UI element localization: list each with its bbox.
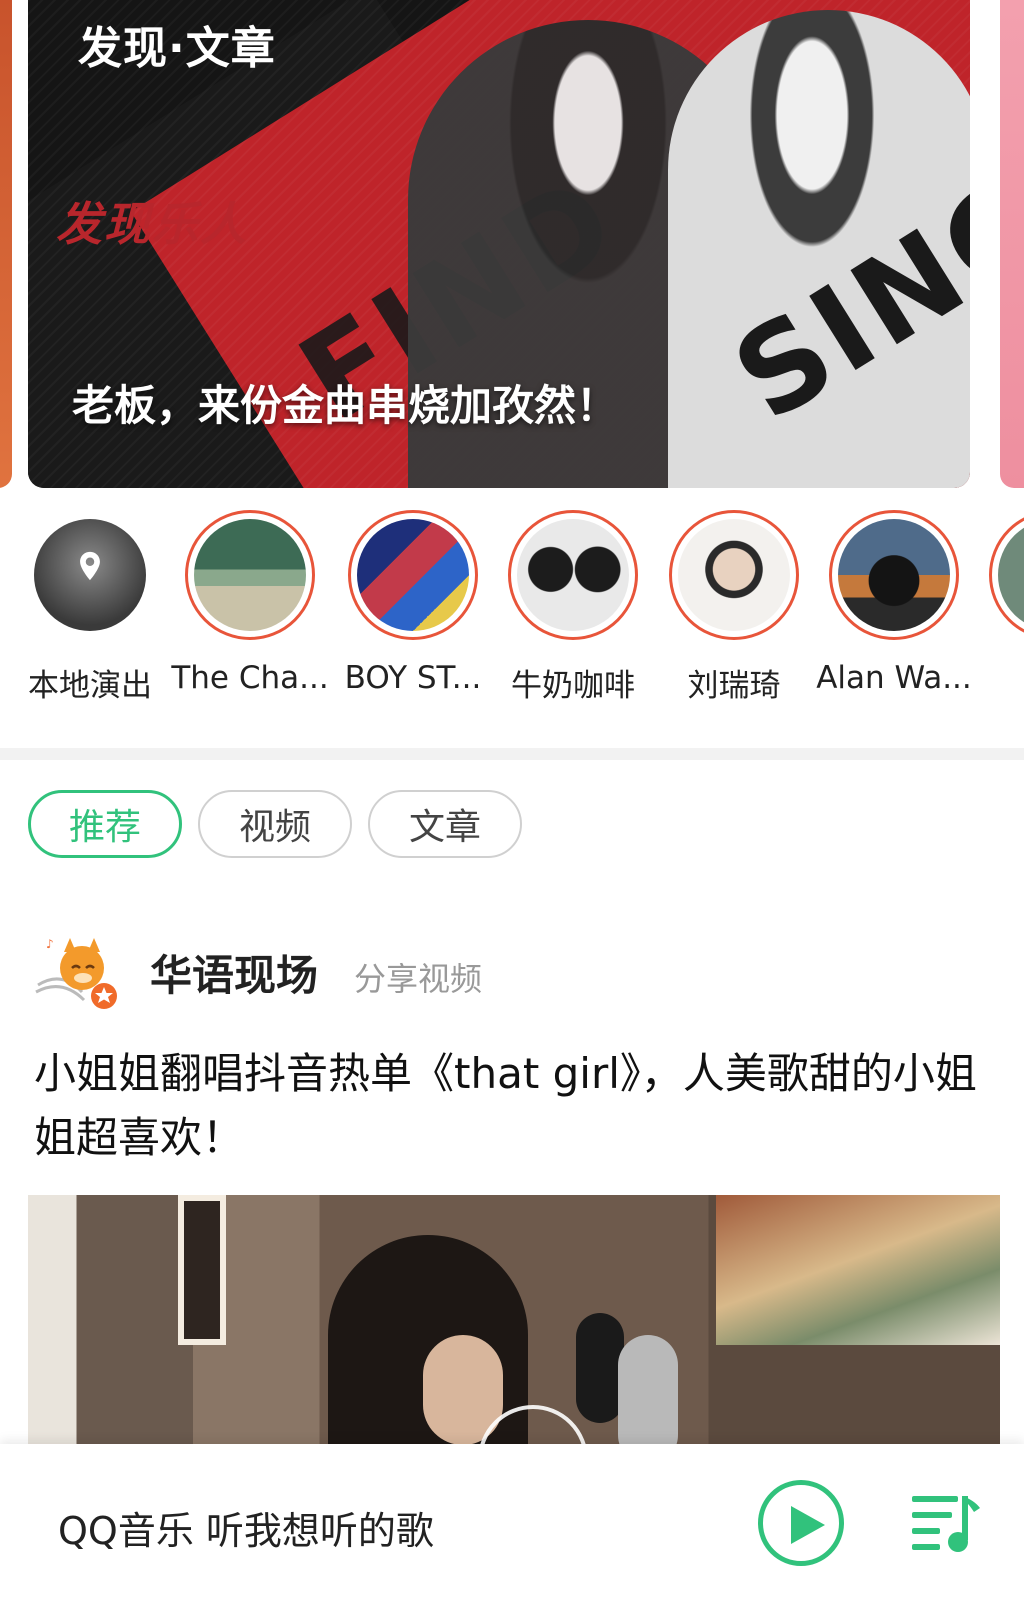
- artist-item-partial[interactable]: [974, 510, 1024, 640]
- artist-name: Alan Wa...: [816, 660, 972, 696]
- banner-caption: 老板，来份金曲串烧加孜然！: [72, 381, 619, 430]
- mini-player[interactable]: QQ音乐 听我想听的歌: [0, 1444, 1024, 1607]
- tab-article[interactable]: 文章: [368, 790, 522, 858]
- banner-tag: 发现·文章: [78, 23, 276, 74]
- avatar: [678, 519, 790, 631]
- artist-item[interactable]: 刘瑞琦: [654, 510, 814, 705]
- post-author[interactable]: 华语现场: [150, 942, 318, 1003]
- artist-item[interactable]: BOY ST...: [333, 510, 493, 696]
- video-bg-frame: [178, 1195, 226, 1345]
- artist-name: 牛奶咖啡: [511, 668, 635, 704]
- now-playing-title[interactable]: QQ音乐 听我想听的歌: [58, 1500, 434, 1555]
- artist-ring: [348, 510, 478, 640]
- avatar: [998, 519, 1024, 631]
- artist-ring: [669, 510, 799, 640]
- artist-name: 刘瑞琦: [687, 668, 781, 704]
- artist-item[interactable]: Alan Wa...: [814, 510, 974, 696]
- play-icon: [791, 1506, 825, 1544]
- artist-ring: [185, 510, 315, 640]
- banner-next-peek[interactable]: [1000, 0, 1024, 488]
- post-header: ♪ 华语现场 分享视频: [32, 930, 992, 1020]
- playlist-icon[interactable]: [912, 1490, 982, 1554]
- tab-recommend[interactable]: 推荐: [28, 790, 182, 858]
- author-avatar[interactable]: ♪: [32, 930, 122, 1020]
- post-title[interactable]: 小姐姐翻唱抖音热单《that girl》，人美歌甜的小姐姐超喜欢！: [34, 1042, 994, 1170]
- microphone-secondary: [618, 1335, 678, 1455]
- video-bg-painting: [716, 1195, 1000, 1345]
- play-button[interactable]: [758, 1480, 844, 1566]
- artist-ring: [508, 510, 638, 640]
- banner-subtitle: 发现乐人: [56, 197, 248, 251]
- banner-slide[interactable]: FIND SINGER 发现·文章 发现乐人 老板，来份金曲串烧加孜然！: [28, 0, 970, 488]
- avatar: [357, 519, 469, 631]
- svg-text:♪: ♪: [46, 937, 54, 951]
- artist-item[interactable]: 牛奶咖啡: [493, 510, 653, 705]
- avatar: [838, 519, 950, 631]
- artist-item-local-shows[interactable]: 本地演出: [10, 510, 170, 705]
- avatar: [517, 519, 629, 631]
- artist-ring: [25, 510, 155, 640]
- avatar: [34, 519, 146, 631]
- banner-carousel[interactable]: FIND SINGER 发现·文章 发现乐人 老板，来份金曲串烧加孜然！: [0, 0, 1024, 490]
- artist-ring: [829, 510, 959, 640]
- video-thumbnail[interactable]: [28, 1195, 1000, 1455]
- artist-row: 本地演出 The Cha... BOY ST... 牛奶咖啡 刘瑞琦 Alan …: [0, 510, 1024, 710]
- avatar: [194, 519, 306, 631]
- artist-name: The Cha...: [171, 660, 329, 696]
- section-divider: [0, 748, 1024, 760]
- artist-name: BOY ST...: [344, 660, 482, 696]
- microphone-icon: [576, 1313, 624, 1423]
- artist-name: 本地演出: [28, 668, 152, 704]
- artist-item[interactable]: The Cha...: [170, 510, 330, 696]
- artist-ring: [989, 510, 1024, 640]
- banner-prev-peek[interactable]: [0, 0, 12, 488]
- tab-video[interactable]: 视频: [198, 790, 352, 858]
- location-pin-icon: [80, 551, 100, 581]
- feed-tabs: 推荐 视频 文章: [28, 790, 522, 858]
- post-action-label: 分享视频: [354, 960, 483, 998]
